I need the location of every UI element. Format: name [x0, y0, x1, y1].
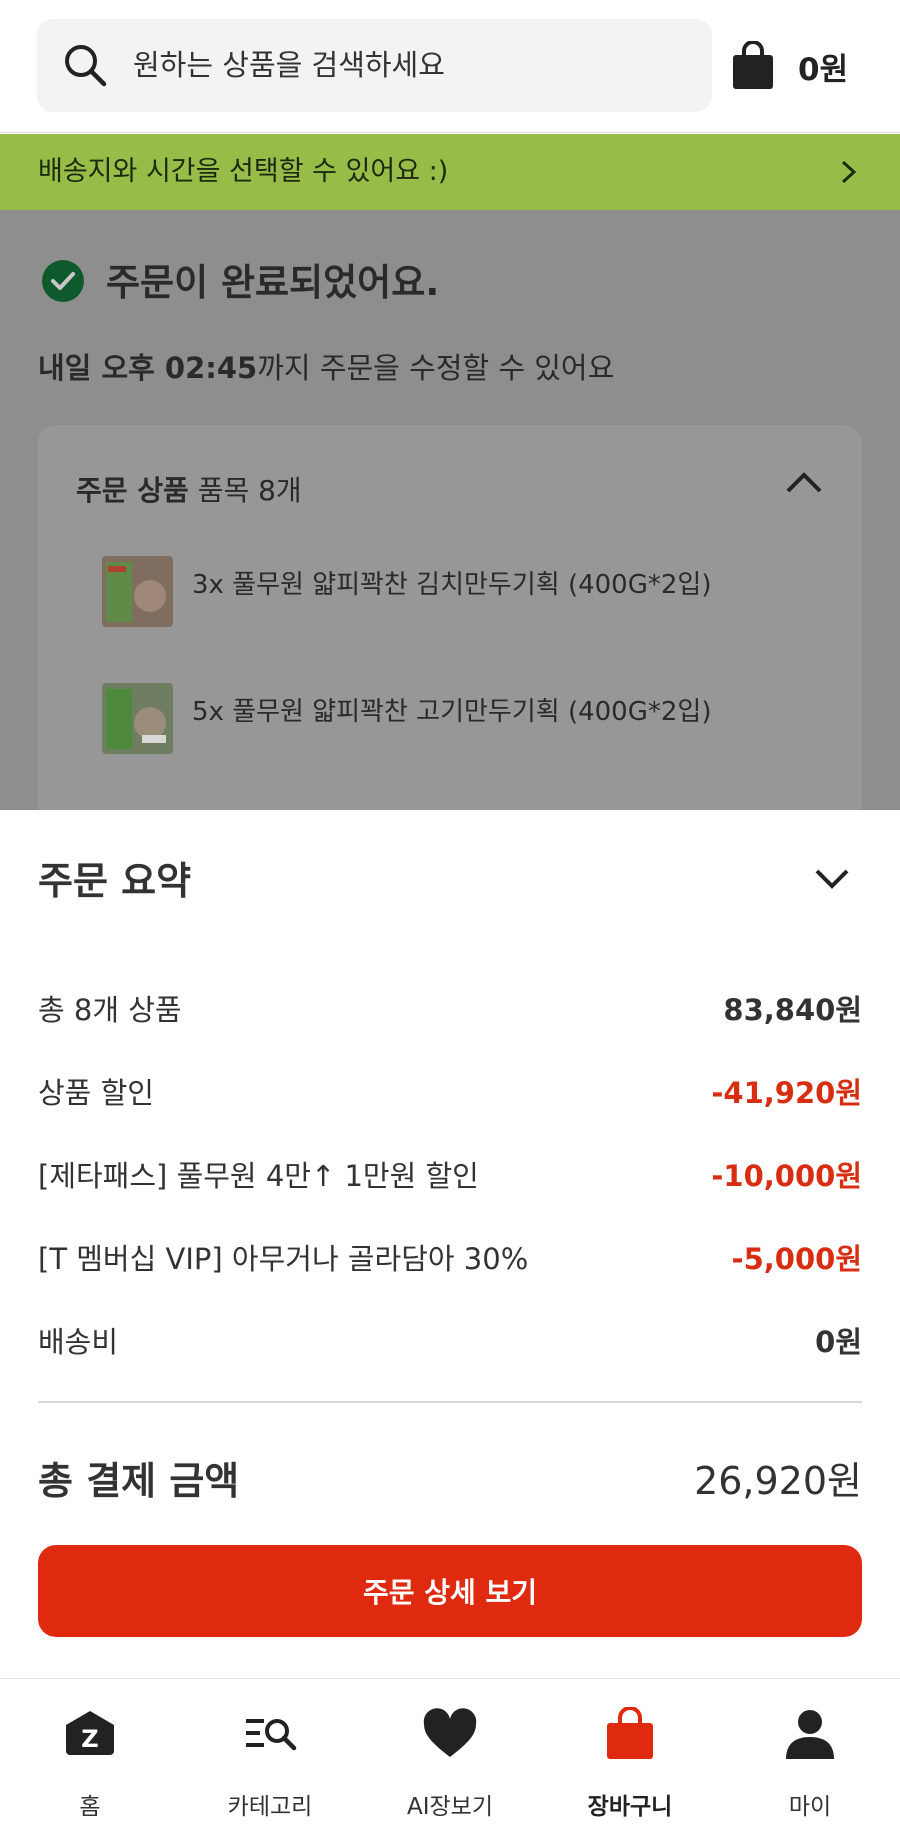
summary-row-label: [T 멤버십 VIP] 아무거나 골라담아 30% — [38, 1242, 529, 1276]
nav-label: AI장보기 — [407, 1794, 493, 1820]
search-icon — [65, 45, 107, 87]
nav-item-my[interactable]: 마이 — [720, 1679, 900, 1827]
nav-item-ai-shopping[interactable]: AI장보기 — [360, 1679, 540, 1827]
summary-row-product-discount: 상품 할인 -41,920원 — [38, 1069, 862, 1113]
banner-text: 배송지와 시간을 선택할 수 있어요 :) — [38, 156, 449, 187]
order-items-heading-label: 주문 상품 — [76, 474, 189, 507]
summary-row-membership-discount: [T 멤버십 VIP] 아무거나 골라담아 30% -5,000원 — [38, 1235, 862, 1279]
svg-text:Z: Z — [81, 1725, 98, 1753]
search-placeholder: 원하는 상품을 검색하세요 — [133, 48, 445, 82]
chevron-down-icon[interactable] — [814, 867, 850, 891]
category-search-icon — [246, 1719, 297, 1751]
bottom-nav: Z 홈 카테고리 AI장보기 장바구니 마이 — [0, 1678, 900, 1827]
order-items-card: 주문 상품 품목 8개 3x 풀무원 얇피꽉찬 김치만두기획 (400G*2입)… — [38, 425, 862, 825]
nav-label: 장바구니 — [587, 1794, 673, 1820]
order-complete-title: 주문이 완료되었어요. — [106, 261, 440, 304]
nav-label: 홈 — [79, 1794, 101, 1820]
nav-label: 카테고리 — [227, 1794, 313, 1820]
summary-row-zetapass-discount: [제타패스] 풀무원 4만↑ 1만원 할인 -10,000원 — [38, 1152, 862, 1196]
delivery-banner[interactable]: 배송지와 시간을 선택할 수 있어요 :) — [0, 134, 900, 210]
nav-item-cart[interactable]: 장바구니 — [540, 1679, 720, 1827]
person-icon — [786, 1710, 834, 1759]
product-thumbnail — [102, 556, 173, 627]
summary-row-label: 상품 할인 — [38, 1076, 154, 1110]
divider — [38, 1401, 862, 1403]
summary-title: 주문 요약 — [38, 859, 192, 903]
total-payment-row: 총 결제 금액 26,920원 — [38, 1450, 862, 1505]
chevron-up-icon[interactable] — [784, 469, 824, 495]
summary-row-label: 배송비 — [38, 1325, 119, 1359]
summary-row-value: 0원 — [815, 1325, 862, 1359]
nav-item-category[interactable]: 카테고리 — [180, 1679, 360, 1827]
summary-row-value: 83,840원 — [723, 993, 862, 1027]
order-item-name: 3x 풀무원 얇피꽉찬 김치만두기획 (400G*2입) — [192, 570, 712, 600]
view-order-detail-button[interactable]: 주문 상세 보기 — [38, 1545, 862, 1637]
shopping-bag-icon — [607, 1707, 653, 1759]
search-input[interactable]: 원하는 상품을 검색하세요 — [37, 19, 712, 112]
order-item-name: 5x 풀무원 얇피꽉찬 고기만두기획 (400G*2입) — [192, 697, 712, 727]
total-payment-label: 총 결제 금액 — [38, 1459, 240, 1503]
cart-amount: 0원 — [798, 51, 849, 88]
order-items-count: 품목 8개 — [188, 474, 302, 507]
product-thumbnail — [102, 683, 173, 754]
summary-row-value: -10,000원 — [711, 1159, 862, 1193]
check-circle-icon — [42, 260, 84, 302]
edit-deadline-time: 내일 오후 02:45 — [38, 351, 258, 385]
summary-row-value: -5,000원 — [731, 1242, 862, 1276]
shopping-bag-icon — [733, 41, 773, 89]
chevron-right-icon — [841, 160, 857, 184]
nav-item-home[interactable]: Z 홈 — [0, 1679, 180, 1827]
order-summary-sheet: 주문 요약 총 8개 상품 83,840원 상품 할인 -41,920원 [제타… — [0, 810, 900, 1678]
nav-label: 마이 — [788, 1794, 832, 1820]
summary-row-label: 총 8개 상품 — [38, 993, 182, 1027]
home-icon: Z — [66, 1711, 114, 1755]
edit-deadline-text: 까지 주문을 수정할 수 있어요 — [257, 351, 615, 385]
summary-row-label: [제타패스] 풀무원 4만↑ 1만원 할인 — [38, 1159, 479, 1193]
total-payment-value: 26,920원 — [694, 1459, 862, 1503]
summary-row-shipping: 배송비 0원 — [38, 1318, 862, 1362]
header: 원하는 상품을 검색하세요 0원 — [0, 0, 900, 133]
summary-row-value: -41,920원 — [711, 1076, 862, 1110]
summary-row-items: 총 8개 상품 83,840원 — [38, 986, 862, 1030]
cart-button[interactable]: 0원 — [730, 40, 848, 92]
order-items-heading: 주문 상품 품목 8개 — [76, 469, 302, 509]
edit-deadline-note: 내일 오후 02:45까지 주문을 수정할 수 있어요 — [38, 345, 614, 387]
heart-icon — [423, 1708, 477, 1757]
